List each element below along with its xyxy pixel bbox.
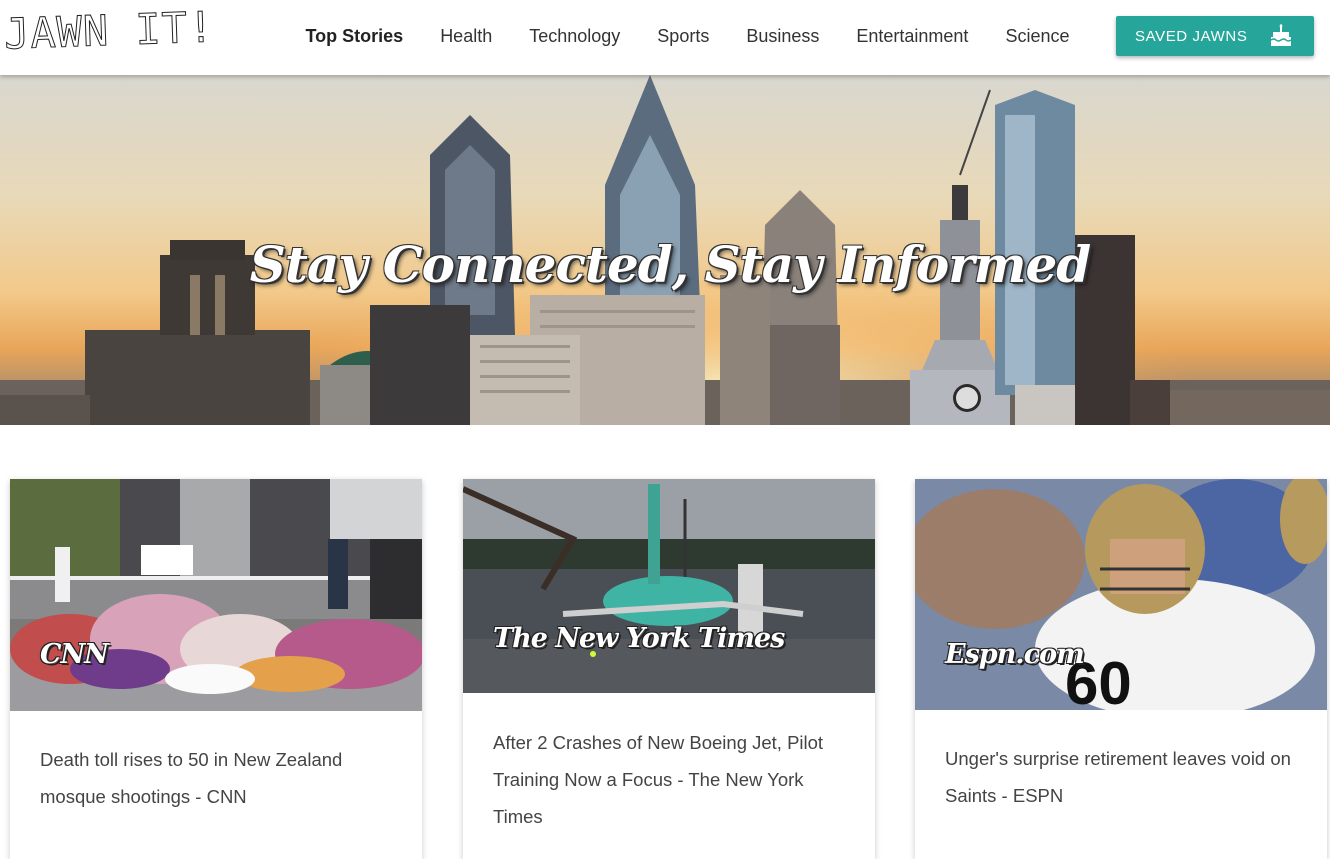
card-source-label: CNN — [40, 639, 109, 670]
nav-science[interactable]: Science — [987, 26, 1088, 47]
news-photo — [463, 479, 875, 693]
news-card[interactable]: CNN Death toll rises to 50 in New Zealan… — [10, 479, 422, 859]
card-headline[interactable]: Unger's surprise retirement leaves void … — [945, 740, 1305, 814]
card-image[interactable]: The New York Times — [463, 479, 875, 693]
nav-health[interactable]: Health — [422, 26, 511, 47]
cake-icon — [1270, 24, 1292, 46]
card-image[interactable]: 60 Espn.com — [915, 479, 1327, 710]
nav-technology[interactable]: Technology — [511, 26, 639, 47]
nav-business[interactable]: Business — [728, 26, 838, 47]
card-source-label: Espn.com — [945, 639, 1085, 670]
nav-sports[interactable]: Sports — [639, 26, 728, 47]
nav-top-stories[interactable]: Top Stories — [287, 26, 422, 47]
card-headline[interactable]: After 2 Crashes of New Boeing Jet, Pilot… — [493, 724, 853, 835]
news-card[interactable]: 60 Espn.com Unger's surprise retirement … — [915, 479, 1327, 859]
nav-entertainment[interactable]: Entertainment — [838, 26, 987, 47]
news-photo: 60 — [915, 479, 1327, 710]
hero-title: Stay Connected, Stay Informed — [249, 235, 1092, 294]
saved-jawns-button[interactable]: SAVED JAWNS — [1116, 16, 1314, 56]
nav-links: Top Stories Health Technology Sports Bus… — [287, 0, 1088, 72]
news-photo — [10, 479, 422, 711]
news-card[interactable]: The New York Times After 2 Crashes of Ne… — [463, 479, 875, 859]
hero-banner: Stay Connected, Stay Informed — [0, 75, 1330, 425]
saved-jawns-label: SAVED JAWNS — [1135, 27, 1248, 45]
site-logo[interactable]: JAWN IT! — [3, 2, 216, 59]
card-headline[interactable]: Death toll rises to 50 in New Zealand mo… — [40, 741, 400, 815]
card-source-label: The New York Times — [493, 623, 785, 654]
top-navbar: JAWN IT! Top Stories Health Technology S… — [0, 0, 1330, 75]
card-image[interactable]: CNN — [10, 479, 422, 711]
